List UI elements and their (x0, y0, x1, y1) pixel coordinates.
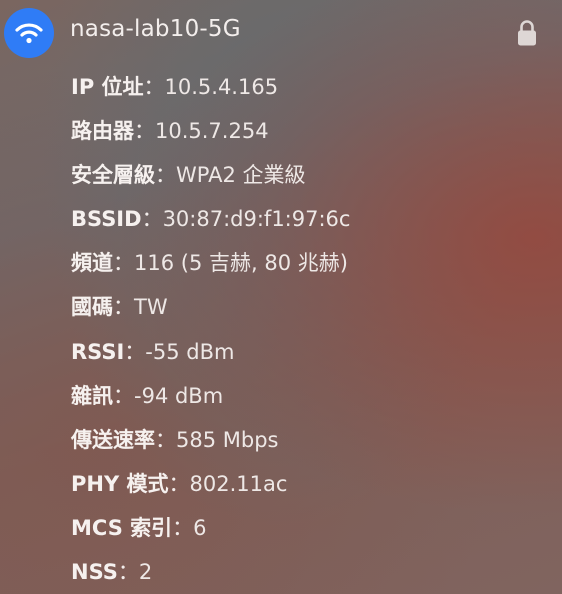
detail-key: MCS 索引 (71, 515, 173, 540)
network-header[interactable]: nasa-lab10-5G (0, 0, 562, 66)
detail-separator: ： (113, 295, 134, 320)
detail-separator: ： (141, 207, 163, 232)
detail-row-tx-rate: 傳送速率：585 Mbps (71, 423, 350, 467)
detail-key: 傳送速率 (71, 427, 155, 452)
detail-row-country-code: 國碼：TW (71, 290, 350, 334)
detail-value: 2 (138, 560, 153, 585)
detail-separator: ： (113, 251, 134, 276)
detail-row-security: 安全層級：WPA2 企業級 (71, 158, 350, 202)
detail-key: RSSI (71, 339, 125, 364)
detail-value: -55 dBm (145, 339, 235, 364)
detail-separator: ： (124, 339, 146, 364)
detail-separator: ： (113, 383, 134, 408)
detail-row-noise: 雜訊：-94 dBm (71, 379, 350, 423)
detail-value: WPA2 企業級 (176, 163, 306, 188)
detail-value: -94 dBm (134, 383, 224, 408)
detail-key: 雜訊 (71, 383, 113, 408)
wifi-icon (4, 8, 54, 58)
detail-value: 10.5.4.165 (164, 75, 279, 99)
detail-row-bssid: BSSID：30:87:d9:f1:97:6c (71, 202, 350, 246)
detail-separator: ： (134, 119, 155, 144)
network-details-list: IP 位址：10.5.4.165 路由器：10.5.7.254 安全層級：WPA… (71, 70, 350, 594)
detail-separator: ： (155, 427, 176, 452)
detail-value: TW (134, 295, 168, 320)
detail-key: 國碼 (71, 295, 113, 320)
detail-row-ip-address: IP 位址：10.5.4.165 (71, 70, 350, 114)
detail-key: PHY 模式 (71, 471, 169, 496)
detail-row-router: 路由器：10.5.7.254 (71, 114, 350, 158)
detail-key: NSS (71, 560, 118, 585)
network-name: nasa-lab10-5G (70, 16, 241, 42)
detail-separator: ： (168, 471, 190, 496)
detail-key: 路由器 (71, 119, 134, 144)
detail-value: 802.11ac (189, 471, 288, 496)
wifi-details-panel: nasa-lab10-5G IP 位址：10.5.4.165 路由器：10.5.… (0, 0, 562, 594)
detail-separator: ： (143, 75, 165, 99)
detail-row-mcs-index: MCS 索引：6 (71, 511, 350, 555)
detail-key: 安全層級 (71, 163, 155, 188)
detail-row-phy-mode: PHY 模式：802.11ac (71, 467, 350, 511)
detail-separator: ： (155, 163, 176, 188)
detail-key: IP 位址 (71, 75, 144, 99)
detail-row-channel: 頻道：116 (5 吉赫, 80 兆赫) (71, 246, 350, 290)
detail-key: 頻道 (71, 251, 113, 276)
detail-value: 6 (193, 515, 207, 540)
lock-icon (515, 18, 539, 48)
detail-value: 116 (5 吉赫, 80 兆赫) (134, 251, 348, 276)
detail-row-nss: NSS：2 (71, 555, 350, 594)
detail-value: 585 Mbps (176, 427, 279, 452)
detail-separator: ： (117, 560, 139, 585)
detail-value: 30:87:d9:f1:97:6c (162, 207, 351, 232)
detail-value: 10.5.7.254 (155, 119, 269, 144)
detail-separator: ： (172, 515, 194, 540)
detail-row-rssi: RSSI：-55 dBm (71, 335, 350, 379)
detail-key: BSSID (71, 207, 142, 232)
